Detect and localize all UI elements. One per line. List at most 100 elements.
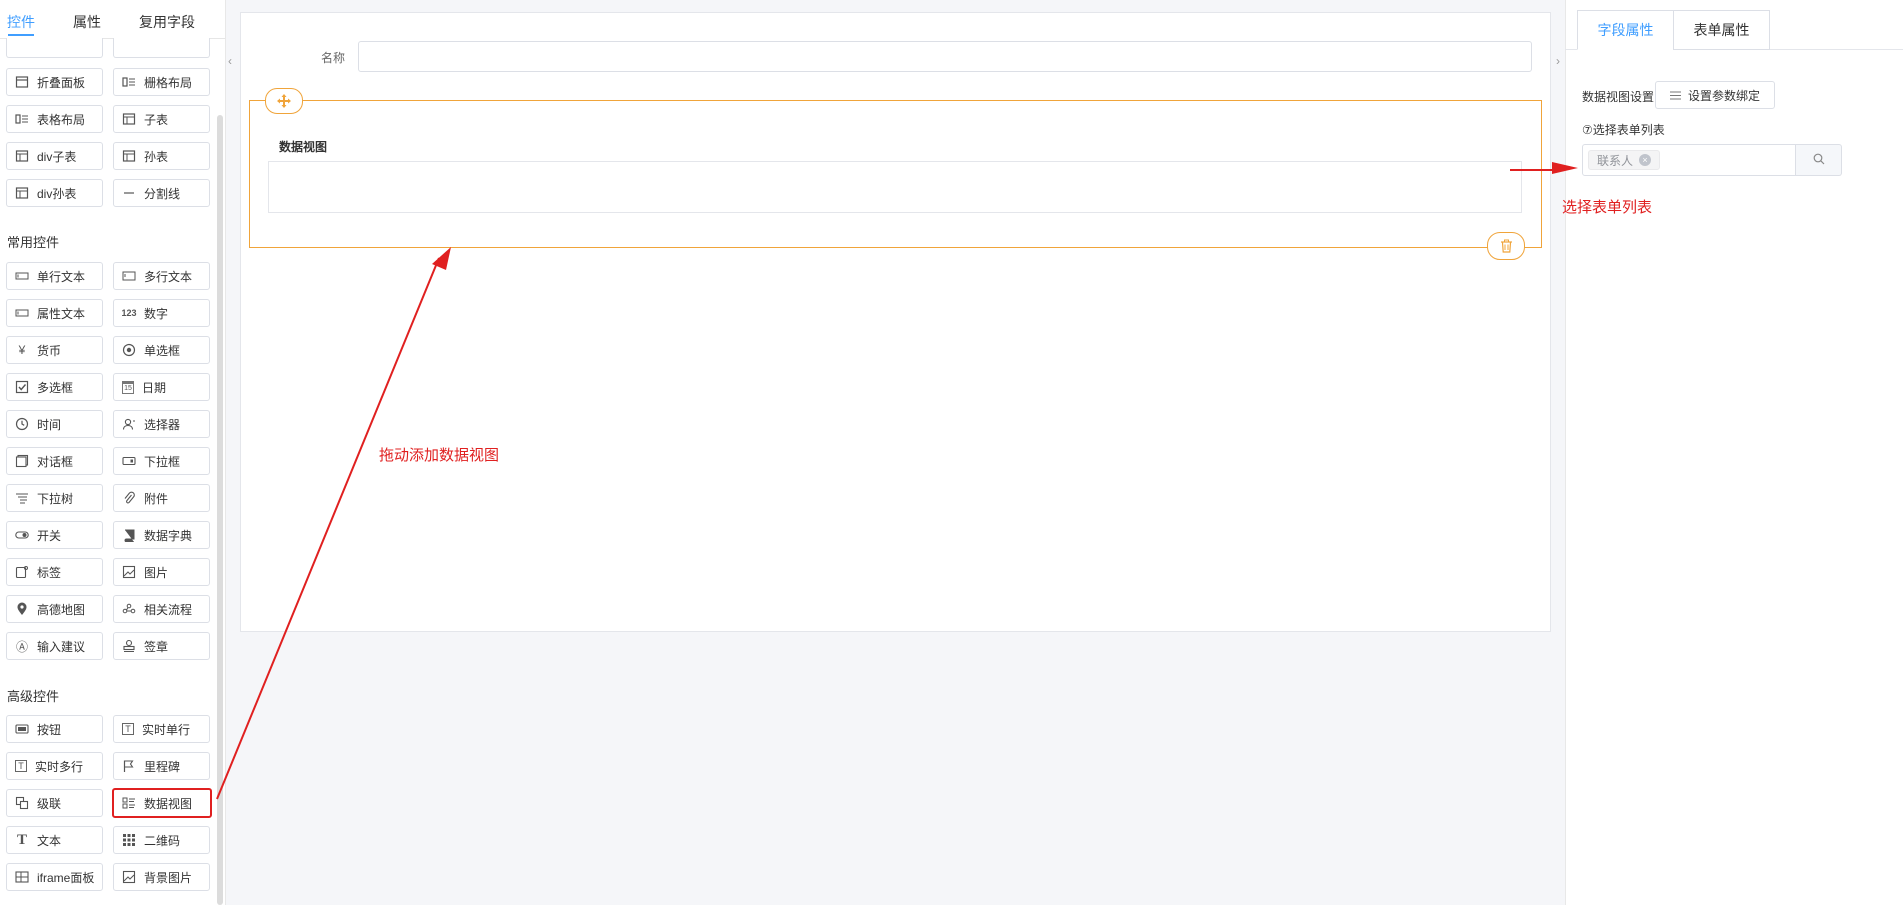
component-related-flow[interactable]: 相关流程 [113, 595, 210, 623]
component-label: 孙表 [144, 149, 169, 164]
left-scrollbar[interactable] [217, 115, 223, 905]
realtime-single-icon: T [122, 723, 134, 735]
tab-form-properties[interactable]: 表单属性 [1673, 10, 1770, 50]
component-label: 多选框 [37, 380, 74, 395]
component-button[interactable]: 按钮 [6, 715, 103, 743]
component-item-clipped[interactable] [113, 38, 210, 58]
component-background-image[interactable]: 背景图片 [113, 863, 210, 891]
component-radio[interactable]: 单选框 [113, 336, 210, 364]
name-input[interactable] [358, 41, 1532, 72]
component-selector[interactable]: 选择器 [113, 410, 210, 438]
component-realtime-multi[interactable]: T 实时多行 [6, 752, 103, 780]
component-divider[interactable]: 分割线 [113, 179, 210, 207]
component-qrcode[interactable]: 二维码 [113, 826, 210, 854]
delete-icon[interactable] [1487, 232, 1525, 260]
multi-line-text-icon [122, 269, 136, 283]
component-label: 附件 [144, 491, 169, 506]
table-layout-icon [15, 112, 29, 126]
tab-reusable-fields[interactable]: 复用字段 [139, 12, 195, 32]
data-view-setting-label: 数据视图设置 [1582, 90, 1655, 104]
search-button[interactable] [1796, 144, 1842, 176]
component-label: 数据字典 [144, 528, 193, 543]
suggestion-icon: Ⓐ [15, 639, 28, 654]
component-label: 高德地图 [37, 602, 86, 617]
move-icon[interactable] [265, 88, 303, 114]
component-label: 折叠面板 [37, 75, 86, 90]
component-table-layout[interactable]: 表格布局 [6, 105, 103, 133]
grandchild-table-icon [122, 149, 136, 163]
date-icon: 15 [122, 380, 134, 394]
tab-controls[interactable]: 控件 [7, 12, 35, 32]
divider-icon [122, 186, 136, 200]
component-date[interactable]: 15 日期 [113, 373, 210, 401]
map-pin-icon [15, 602, 29, 616]
component-item-clipped[interactable] [6, 38, 103, 58]
component-signature-stamp[interactable]: 签章 [113, 632, 210, 660]
dropdown-icon [122, 454, 136, 468]
component-time[interactable]: 时间 [6, 410, 103, 438]
collapse-right-icon[interactable]: › [1556, 54, 1560, 68]
component-single-line-text[interactable]: 单行文本 [6, 262, 103, 290]
component-dropdown-tree[interactable]: 下拉树 [6, 484, 103, 512]
component-iframe-panel[interactable]: iframe面板 [6, 863, 103, 891]
component-subtable[interactable]: 子表 [113, 105, 210, 133]
component-label: div孙表 [37, 186, 77, 201]
component-image[interactable]: 图片 [113, 558, 210, 586]
category-advanced: 高级控件 [7, 689, 60, 704]
button-icon [15, 722, 29, 736]
stamp-icon [122, 639, 136, 653]
component-multi-line-text[interactable]: 多行文本 [113, 262, 210, 290]
component-label: 分割线 [144, 186, 181, 201]
component-label: 时间 [37, 417, 62, 432]
component-label-tag[interactable]: 标签 [6, 558, 103, 586]
component-realtime-single[interactable]: T 实时单行 [113, 715, 210, 743]
component-label: 文本 [37, 833, 62, 848]
component-label: 对话框 [37, 454, 74, 469]
selected-tag: 联系人 × [1588, 150, 1661, 170]
component-cascade[interactable]: 级联 [6, 789, 103, 817]
component-label: 单行文本 [37, 269, 86, 284]
component-currency[interactable]: ¥ 货币 [6, 336, 103, 364]
tab-attributes[interactable]: 属性 [73, 12, 101, 32]
component-data-view[interactable]: 数据视图 [112, 788, 212, 818]
component-switch[interactable]: 开关 [6, 521, 103, 549]
component-label: 级联 [37, 796, 62, 811]
tab-field-properties[interactable]: 字段属性 [1577, 10, 1674, 50]
component-label: 选择器 [144, 417, 181, 432]
component-number[interactable]: 123 数字 [113, 299, 210, 327]
data-view-title: 数据视图 [279, 140, 328, 154]
component-attachment[interactable]: 附件 [113, 484, 210, 512]
parameter-binding-button[interactable]: 设置参数绑定 [1655, 81, 1775, 109]
component-checkbox[interactable]: 多选框 [6, 373, 103, 401]
category-common: 常用控件 [7, 235, 60, 250]
component-label: 货币 [37, 343, 62, 358]
tag-icon [15, 565, 29, 579]
component-label: div子表 [37, 149, 77, 164]
component-attribute-text[interactable]: 属性文本 [6, 299, 103, 327]
component-dropdown[interactable]: 下拉框 [113, 447, 210, 475]
collapse-left-icon[interactable]: ‹ [228, 54, 232, 68]
component-data-dictionary[interactable]: 数据字典 [113, 521, 210, 549]
component-input-suggestion[interactable]: Ⓐ 输入建议 [6, 632, 103, 660]
component-dialog[interactable]: 对话框 [6, 447, 103, 475]
flag-icon [122, 759, 136, 773]
realtime-multi-icon: T [15, 760, 27, 772]
component-div-subtable[interactable]: div子表 [6, 142, 103, 170]
component-label: 单选框 [144, 343, 181, 358]
component-amap[interactable]: 高德地图 [6, 595, 103, 623]
component-label: 属性文本 [37, 306, 86, 321]
cascade-icon [15, 796, 29, 810]
attribute-text-icon [15, 306, 29, 320]
component-collapse-panel[interactable]: 折叠面板 [6, 68, 103, 96]
component-div-grandchild-table[interactable]: div孙表 [6, 179, 103, 207]
radio-icon [122, 343, 136, 357]
component-grid-layout[interactable]: 栅格布局 [113, 68, 210, 96]
component-milestone[interactable]: 里程碑 [113, 752, 210, 780]
user-selector-icon [122, 417, 136, 431]
component-grandchild-table[interactable]: 孙表 [113, 142, 210, 170]
component-label: iframe面板 [37, 870, 95, 885]
tag-close-icon[interactable]: × [1639, 154, 1652, 166]
paperclip-icon [122, 491, 136, 505]
component-text[interactable]: T 文本 [6, 826, 103, 854]
component-label: 里程碑 [144, 759, 181, 774]
